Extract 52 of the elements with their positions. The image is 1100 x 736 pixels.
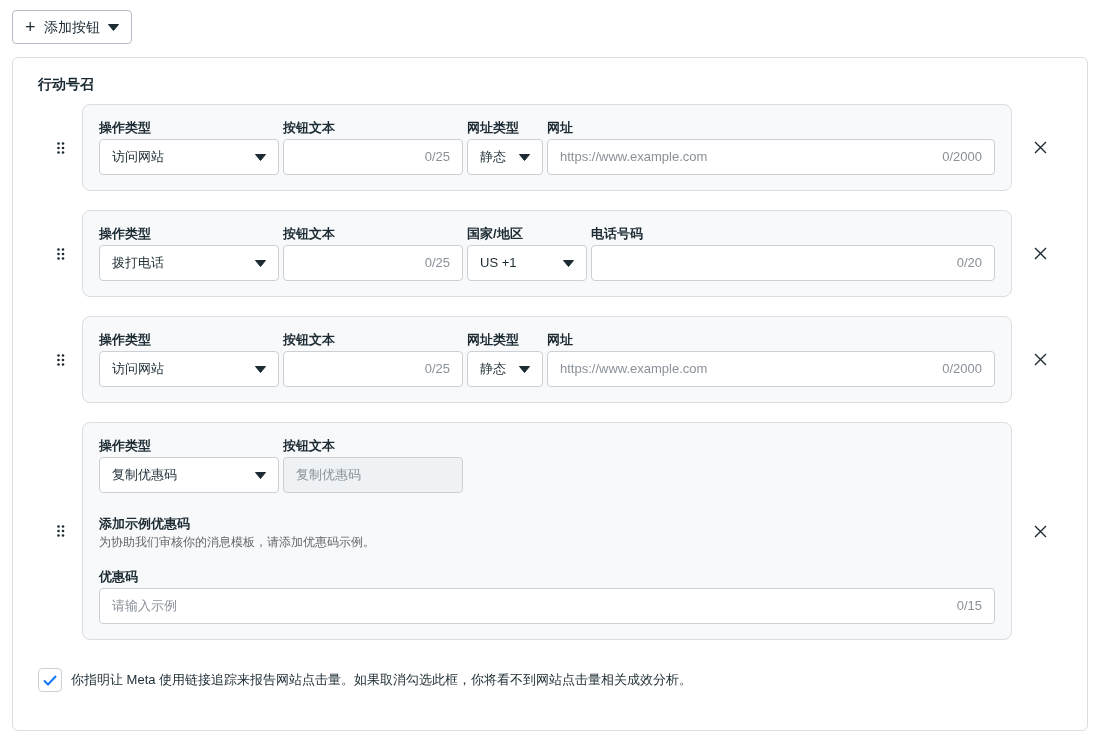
field-label: 国家/地区 bbox=[467, 225, 524, 243]
caret-icon bbox=[563, 259, 574, 267]
drag-handle-icon[interactable] bbox=[57, 247, 65, 260]
consent-label: 你指明让 Meta 使用链接追踪来报告网站点击量。如果取消勾选此框，你将看不到网站点击量相关成效分析。 bbox=[71, 671, 693, 690]
caret-icon bbox=[255, 259, 266, 267]
close-icon[interactable] bbox=[1034, 247, 1047, 260]
field-label: 操作类型 bbox=[99, 119, 152, 137]
character-counter: 0/2000 bbox=[942, 360, 982, 379]
drag-handle-icon[interactable] bbox=[57, 353, 65, 366]
field-label: 网址 bbox=[547, 331, 574, 349]
close-icon[interactable] bbox=[1034, 353, 1047, 366]
section-title: 行动号召 bbox=[38, 75, 95, 94]
caret-icon bbox=[255, 153, 266, 161]
field-label: 按钮文本 bbox=[283, 225, 336, 243]
dropdown-select[interactable]: US +1 bbox=[467, 245, 587, 281]
field-label: 操作类型 bbox=[99, 331, 152, 349]
checkmark-icon bbox=[43, 674, 57, 686]
field-label: 按钮文本 bbox=[283, 331, 336, 349]
character-counter: 0/25 bbox=[424, 360, 450, 379]
dropdown-select[interactable]: 静态 bbox=[467, 351, 543, 387]
field-label: 网址 bbox=[547, 119, 574, 137]
field-label: 电话号码 bbox=[591, 225, 644, 243]
caret-icon bbox=[107, 23, 119, 31]
close-icon[interactable] bbox=[1034, 141, 1047, 154]
caret-icon bbox=[519, 153, 530, 161]
character-counter: 0/20 bbox=[956, 254, 982, 273]
consent-checkbox[interactable] bbox=[38, 668, 62, 692]
field-label: 按钮文本 bbox=[283, 437, 336, 455]
character-counter: 0/25 bbox=[424, 148, 450, 167]
caret-icon bbox=[255, 365, 266, 373]
add-button-button[interactable]: + 添加按钮 bbox=[12, 10, 132, 44]
character-counter: 0/25 bbox=[424, 254, 450, 273]
drag-handle-icon[interactable] bbox=[57, 141, 65, 154]
drag-handle-icon[interactable] bbox=[57, 525, 65, 537]
close-icon[interactable] bbox=[1034, 524, 1047, 538]
character-counter: 0/15 bbox=[956, 597, 982, 616]
field-label: 网址类型 bbox=[467, 119, 520, 137]
field-label: 按钮文本 bbox=[283, 119, 336, 137]
dropdown-select[interactable]: 访问网站 bbox=[99, 351, 279, 387]
dropdown-select[interactable]: 拨打电话 bbox=[99, 245, 279, 281]
caret-icon bbox=[519, 365, 530, 373]
character-counter: 0/2000 bbox=[942, 148, 982, 167]
dropdown-select[interactable]: 访问网站 bbox=[99, 139, 279, 175]
dropdown-select[interactable]: 静态 bbox=[467, 139, 543, 175]
caret-icon bbox=[255, 471, 266, 479]
field-label: 操作类型 bbox=[99, 225, 152, 243]
field-label: 网址类型 bbox=[467, 331, 520, 349]
subsection-title: 添加示例优惠码 bbox=[99, 515, 191, 533]
dropdown-select[interactable]: 复制优惠码 bbox=[99, 457, 279, 493]
field-label: 优惠码 bbox=[99, 568, 139, 586]
field-label: 操作类型 bbox=[99, 437, 152, 455]
subsection-description: 为协助我们审核你的消息模板，请添加优惠码示例。 bbox=[99, 534, 376, 551]
